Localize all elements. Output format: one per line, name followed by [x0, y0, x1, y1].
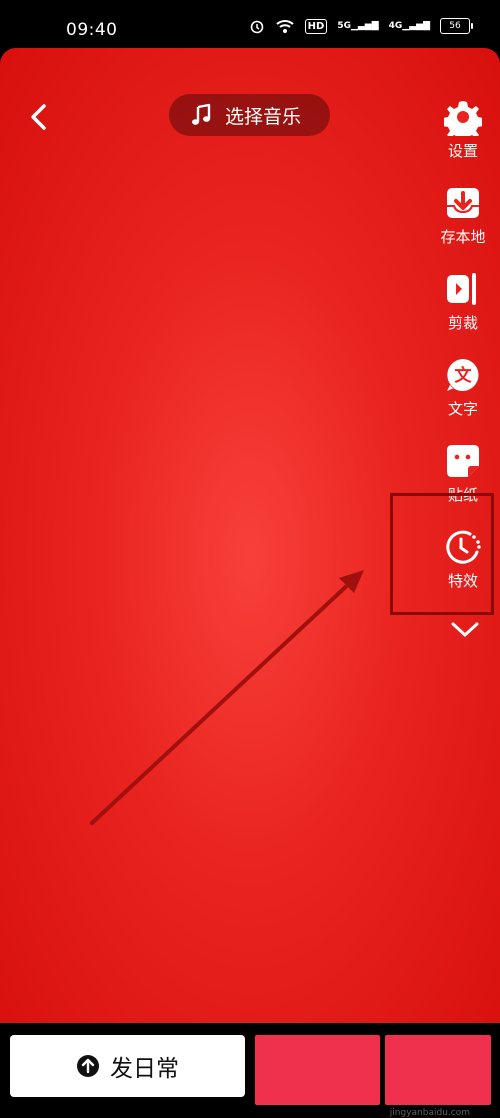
status-icons: HD 5G▁▃▅▇ 4G▁▃▅▇ 56	[249, 18, 473, 34]
status-time: 09:40	[66, 20, 118, 40]
post-daily-button[interactable]: 发日常	[10, 1035, 245, 1097]
net1-label: 5G	[337, 21, 351, 31]
annotation-arrow	[90, 570, 364, 825]
upload-arrow-icon	[77, 1055, 99, 1077]
wifi-icon	[275, 20, 294, 33]
video-canvas[interactable]: 选择音乐 设置 存本地 剪裁 文 文字 贴纸 特效	[0, 48, 500, 1023]
battery-indicator: 56	[440, 18, 473, 34]
bottom-bar: 发日常 jingyanbaidu.com	[0, 1023, 500, 1118]
watermark-text: jingyanbaidu.com	[389, 1108, 470, 1118]
signal-bars-icon: ▁▃▅▇	[402, 21, 430, 31]
signal-4g: 4G▁▃▅▇	[389, 21, 430, 31]
hd-badge: HD	[304, 18, 328, 34]
net2-label: 4G	[388, 21, 403, 31]
status-bar: 09:40 HD 5G▁▃▅▇ 4G▁▃▅▇ 56	[0, 0, 500, 48]
signal-bars-icon: ▁▃▅▇	[350, 21, 379, 31]
post-daily-label: 发日常	[110, 1056, 179, 1082]
preview-thumbnail[interactable]	[255, 1035, 380, 1105]
signal-5g: 5G▁▃▅▇	[337, 21, 378, 31]
alarm-icon	[250, 20, 263, 34]
preview-thumbnail[interactable]	[385, 1035, 491, 1105]
